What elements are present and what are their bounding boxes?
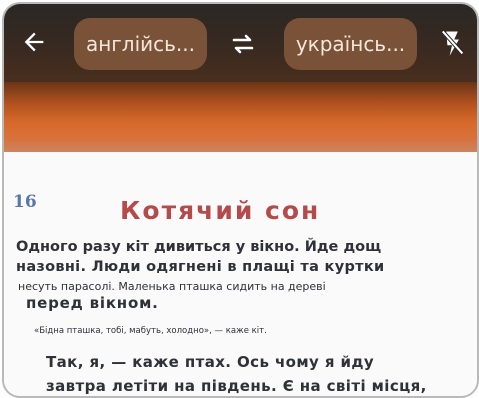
target-language-button[interactable]: українсь... bbox=[284, 18, 417, 70]
swap-languages-button[interactable] bbox=[228, 30, 258, 58]
swap-arrows-icon bbox=[232, 34, 254, 54]
target-language-label: українсь... bbox=[295, 32, 406, 56]
text-line: Одного разу кіт дивиться у вікно. Йде до… bbox=[16, 239, 382, 255]
back-button[interactable] bbox=[20, 28, 48, 56]
text-line: несуть парасолі. Маленька пташка сидить … bbox=[18, 280, 326, 293]
source-language-button[interactable]: англійсь... bbox=[74, 18, 207, 70]
flash-off-icon bbox=[441, 30, 464, 56]
text-line: назовні. Люди одягнені в плащі та куртки bbox=[16, 259, 385, 275]
camera-translate-screen: англійсь... українсь... 16 Котячий сон О… bbox=[2, 2, 479, 398]
page-number: 16 bbox=[13, 192, 37, 212]
flash-toggle-button[interactable] bbox=[438, 28, 466, 58]
text-line: завтра летіти на південь. Є на світі міс… bbox=[46, 377, 427, 395]
source-language-label: англійсь... bbox=[85, 32, 196, 56]
text-line: «Бідна пташка, тобі, мабуть, холодно», —… bbox=[34, 326, 267, 336]
arrow-left-icon bbox=[24, 32, 44, 52]
camera-background-band bbox=[4, 82, 477, 156]
top-toolbar: англійсь... українсь... bbox=[4, 4, 477, 84]
book-page: 16 Котячий сон Одного разу кіт дивиться … bbox=[4, 152, 477, 396]
text-line: Так, я, — каже птах. Ось чому я йду bbox=[46, 353, 375, 371]
page-title: Котячий сон bbox=[120, 196, 321, 225]
text-line: перед вікном. bbox=[26, 294, 159, 312]
